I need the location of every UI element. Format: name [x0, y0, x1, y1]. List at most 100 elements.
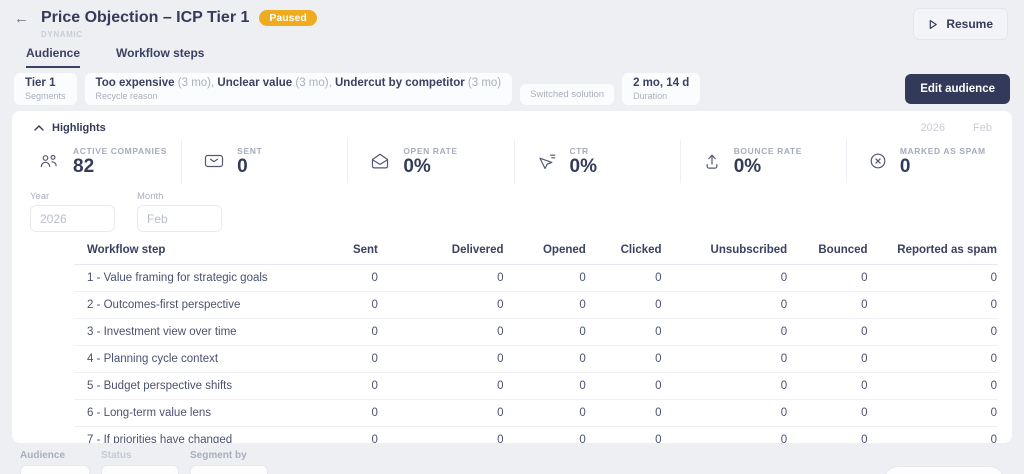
cell-clicked: 0	[586, 291, 663, 319]
page-title: Price Objection – ICP Tier 1	[41, 9, 250, 26]
cell-reported-as-spam: 0	[868, 264, 998, 292]
cell-sent: 0	[277, 399, 379, 427]
cell-bounced: 0	[788, 345, 869, 373]
col-opened: Opened	[504, 237, 587, 265]
cell-unsubscribed: 0	[662, 426, 789, 443]
cell-reported-as-spam: 0	[868, 345, 998, 373]
table-row[interactable]: 5 - Budget perspective shifts 0 0 0 0 0 …	[74, 372, 998, 400]
period-month: Feb	[973, 121, 992, 134]
recycle-reason-value: Too expensive (3 mo), Unclear value (3 m…	[95, 76, 502, 89]
cell-sent: 0	[277, 426, 379, 443]
cell-reported-as-spam: 0	[868, 291, 998, 319]
cell-opened: 0	[504, 426, 587, 443]
cell-delivered: 0	[378, 264, 505, 292]
cell-unsubscribed: 0	[662, 372, 789, 400]
metric-label: SENT	[237, 145, 263, 156]
metric-value: 0%	[403, 155, 431, 177]
highlights-collapse-toggle[interactable]: Highlights	[34, 122, 106, 134]
edit-audience-button[interactable]: Edit audience	[905, 74, 1010, 104]
cell-opened: 0	[504, 372, 587, 400]
status-filter-input[interactable]	[101, 465, 179, 474]
table-row[interactable]: 3 - Investment view over time 0 0 0 0 0 …	[74, 318, 998, 346]
cell-bounced: 0	[788, 264, 869, 292]
recycle-reason-label: Recycle reason	[95, 91, 158, 102]
cell-reported-as-spam: 0	[868, 399, 998, 427]
metric-label: OPEN RATE	[403, 145, 458, 156]
cell-delivered: 0	[378, 372, 505, 400]
metric-marked-as-spam: MARKED AS SPAM 0	[845, 139, 1012, 183]
year-input[interactable]	[30, 205, 115, 232]
table-row[interactable]: 4 - Planning cycle context 0 0 0 0 0 0 0	[74, 345, 998, 373]
segments-chip: Tier 1 Segments	[14, 73, 77, 105]
workflow-step-name[interactable]: 2 - Outcomes-first perspective	[74, 291, 278, 319]
workflow-step-name[interactable]: 1 - Value framing for strategic goals	[74, 264, 278, 292]
cell-delivered: 0	[378, 291, 505, 319]
workflow-step-name[interactable]: 3 - Investment view over time	[74, 318, 278, 346]
metric-value: 0%	[733, 155, 762, 177]
cell-clicked: 0	[586, 372, 663, 400]
metric-bounce-rate: BOUNCE RATE 0%	[679, 139, 846, 183]
cell-bounced: 0	[788, 399, 869, 427]
cell-bounced: 0	[788, 372, 869, 400]
search-box[interactable]	[884, 466, 1004, 474]
tab-bar: Audience Workflow steps	[0, 40, 1024, 68]
search-input[interactable]	[914, 467, 993, 474]
open-envelope-icon	[370, 152, 390, 170]
cell-reported-as-spam: 0	[868, 426, 998, 443]
workflow-step-name[interactable]: 5 - Budget perspective shifts	[74, 372, 278, 400]
metrics-row: ACTIVE COMPANIES 82 SENT 0 OPEN RATE 0% …	[12, 139, 1012, 183]
tab-workflow-steps[interactable]: Workflow steps	[116, 46, 204, 68]
audience-filter-label: Audience	[20, 450, 66, 461]
spam-icon	[869, 152, 887, 170]
metric-value: 0%	[569, 155, 597, 177]
table-row[interactable]: 6 - Long-term value lens 0 0 0 0 0 0 0	[74, 399, 998, 427]
segment-by-filter-label: Segment by	[190, 450, 247, 461]
metric-sent: SENT 0	[181, 139, 347, 183]
workflow-step-name[interactable]: 7 - If priorities have changed	[74, 426, 278, 443]
click-icon	[537, 152, 557, 170]
cell-delivered: 0	[378, 345, 505, 373]
metric-label: MARKED AS SPAM	[899, 145, 986, 156]
envelope-icon	[204, 153, 224, 169]
cell-opened: 0	[504, 345, 587, 373]
audience-summary-bar: Tier 1 Segments Too expensive (3 mo), Un…	[14, 73, 1010, 105]
col-clicked: Clicked	[586, 237, 663, 265]
cell-bounced: 0	[788, 318, 869, 346]
resume-button[interactable]: Resume	[913, 8, 1008, 40]
cell-unsubscribed: 0	[662, 399, 789, 427]
metric-label: ACTIVE COMPANIES	[73, 145, 167, 156]
recycle-reason-chip: Too expensive (3 mo), Unclear value (3 m…	[84, 73, 513, 105]
audience-filter-select[interactable]: Active	[20, 465, 90, 474]
tab-audience[interactable]: Audience	[26, 46, 81, 68]
resume-label: Resume	[946, 17, 993, 31]
table-row[interactable]: 7 - If priorities have changed 0 0 0 0 0…	[74, 426, 998, 443]
metric-open-rate: OPEN RATE 0%	[347, 139, 513, 183]
workflow-step-name[interactable]: 4 - Planning cycle context	[74, 345, 278, 373]
top-bar: ← Price Objection – ICP Tier 1 Paused DY…	[0, 0, 1024, 40]
status-badge: Paused	[259, 9, 317, 27]
cell-sent: 0	[277, 291, 379, 319]
workflow-step-name[interactable]: 6 - Long-term value lens	[74, 399, 278, 427]
table-row[interactable]: 1 - Value framing for strategic goals 0 …	[74, 264, 998, 292]
cell-unsubscribed: 0	[662, 318, 789, 346]
segments-value: Tier 1	[25, 76, 56, 89]
duration-chip: 2 mo, 14 d Duration	[622, 73, 701, 105]
cell-opened: 0	[504, 318, 587, 346]
cell-bounced: 0	[788, 426, 869, 443]
cell-clicked: 0	[586, 399, 663, 427]
back-arrow-icon[interactable]: ←	[14, 11, 29, 26]
segment-by-filter-select[interactable]: All	[190, 465, 268, 474]
title-block: Price Objection – ICP Tier 1 Paused DYNA…	[41, 8, 317, 39]
chevron-up-icon	[34, 124, 44, 131]
cell-unsubscribed: 0	[662, 264, 789, 292]
cell-sent: 0	[277, 318, 379, 346]
metric-value: 82	[73, 155, 95, 177]
month-input[interactable]	[137, 205, 222, 232]
cell-opened: 0	[504, 264, 587, 292]
switched-solution-chip: Switched solution	[520, 84, 615, 105]
switched-solution-label: Switched solution	[530, 89, 605, 100]
metric-label: CTR	[569, 145, 589, 156]
bounce-icon	[703, 152, 721, 170]
cell-delivered: 0	[378, 399, 505, 427]
table-row[interactable]: 2 - Outcomes-first perspective 0 0 0 0 0…	[74, 291, 998, 319]
